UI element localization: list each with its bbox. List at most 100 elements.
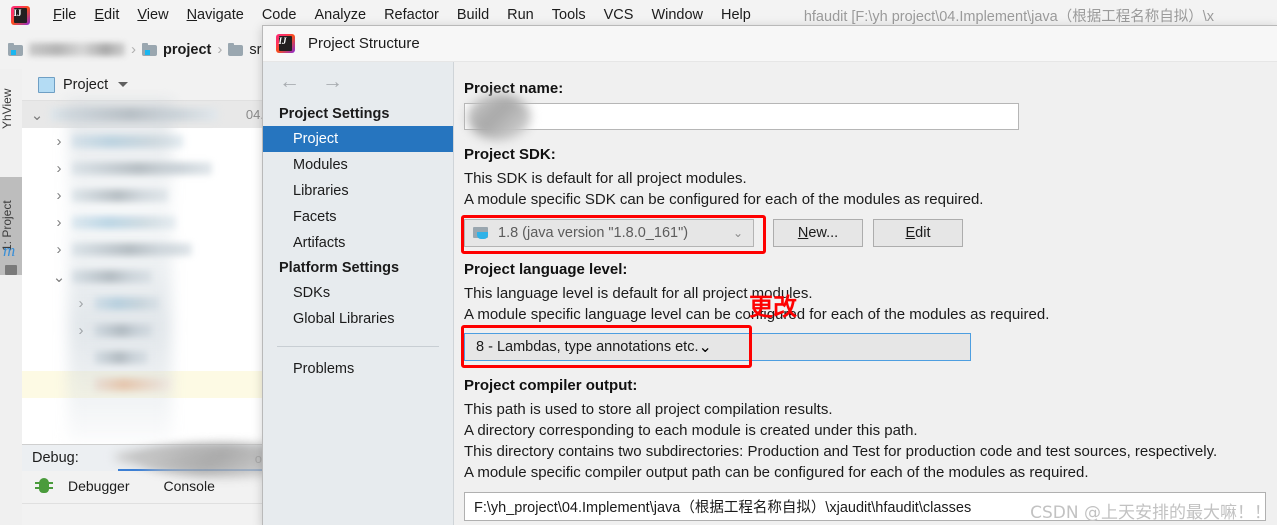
sdk-edit-button[interactable]: Edit xyxy=(873,219,963,247)
chevron-right-icon[interactable]: › xyxy=(74,322,88,339)
project-sdk-combo[interactable]: 1.8 (java version "1.8.0_161") ⌄ xyxy=(464,219,754,247)
tree-row[interactable]: › xyxy=(22,236,272,263)
sidebar-item-modules[interactable]: Modules xyxy=(263,152,453,178)
tab-console[interactable]: Console xyxy=(164,478,215,494)
sidebar-item-sdks[interactable]: SDKs xyxy=(263,280,453,306)
folder-icon xyxy=(5,265,17,275)
chevron-right-icon[interactable]: › xyxy=(52,187,66,204)
chevron-right-icon[interactable]: › xyxy=(74,295,88,312)
project-compiler-output-desc-3: This directory contains two subdirectori… xyxy=(464,443,1218,460)
menu-item-refactor[interactable]: Refactor xyxy=(375,5,448,25)
tree-row[interactable]: › xyxy=(22,209,272,236)
menu-item-analyze[interactable]: Analyze xyxy=(305,5,375,25)
project-tool-window-header[interactable]: Project xyxy=(22,69,272,101)
tree-row[interactable]: › xyxy=(22,371,272,398)
tree-node-blurred-label xyxy=(72,162,212,175)
screen-root: IJ File Edit View Navigate Code Analyze … xyxy=(0,0,1277,525)
sidebar-item-problems[interactable]: Problems xyxy=(263,347,453,382)
project-tool-window: Project ⌄04. › › › › › ⌄ › › › xyxy=(22,69,273,444)
rail-label-maven[interactable]: m xyxy=(3,241,15,261)
debug-tab-strip: Debugger Console xyxy=(22,443,310,501)
project-compiler-output-value: F:\yh_project\04.Implement\java（根据工程名称自拟… xyxy=(474,500,972,516)
project-compiler-output-desc-2: A directory corresponding to each module… xyxy=(464,422,918,439)
tree-row[interactable]: ⌄ 04. xyxy=(22,101,272,128)
chevron-down-icon[interactable] xyxy=(118,82,129,87)
menu-item-navigate[interactable]: Navigate xyxy=(178,5,253,25)
project-compiler-output-label: Project compiler output: xyxy=(464,377,638,394)
sidebar-group-platform-settings: Platform Settings xyxy=(279,260,400,276)
tree-node-blurred-label xyxy=(72,189,168,202)
sdk-new-button[interactable]: New... xyxy=(773,219,863,247)
dialog-title: Project Structure xyxy=(308,35,420,52)
sidebar-item-project[interactable]: Project xyxy=(263,126,453,152)
project-compiler-output-desc-1: This path is used to store all project c… xyxy=(464,401,833,418)
arrow-left-icon[interactable]: ← xyxy=(279,70,300,94)
breadcrumb-item-project[interactable]: project xyxy=(142,42,211,58)
folder-icon xyxy=(142,43,157,56)
debug-footer xyxy=(22,503,272,525)
menu-item-view[interactable]: View xyxy=(128,5,177,25)
java-sdk-icon xyxy=(473,226,491,240)
folder-icon xyxy=(228,43,244,56)
tool-window-rail-left: YhView 1: Project m xyxy=(0,69,23,525)
project-name-input[interactable] xyxy=(464,94,1019,140)
tree-node-blurred-label xyxy=(50,108,218,121)
menu-item-build[interactable]: Build xyxy=(448,5,498,25)
project-name-label: Project name: xyxy=(464,80,564,97)
dialog-sidebar: ← → Project Settings Project Modules Lib… xyxy=(263,62,454,525)
tree-row[interactable]: › xyxy=(22,128,272,155)
breadcrumb-separator: › xyxy=(217,41,223,58)
project-name-blurred-value xyxy=(467,94,531,140)
tree-row[interactable]: ⌄ xyxy=(22,263,272,290)
debug-title: Debug: xyxy=(32,450,79,466)
project-language-level-value: 8 - Lambdas, type annotations etc. xyxy=(476,339,699,355)
menu-item-tools[interactable]: Tools xyxy=(543,5,595,25)
chevron-down-icon[interactable]: ⌄ xyxy=(30,106,44,124)
rail-tab-yhview[interactable]: YhView xyxy=(0,73,22,145)
dialog-nav: ← → xyxy=(263,62,453,102)
project-language-level-combo[interactable]: 8 - Lambdas, type annotations etc. ⌄ xyxy=(464,333,971,361)
menu-item-help[interactable]: Help xyxy=(712,5,760,25)
menu-item-edit[interactable]: Edit xyxy=(85,5,128,25)
chevron-right-icon[interactable]: › xyxy=(52,160,66,177)
project-tool-window-title: Project xyxy=(63,76,109,93)
chevron-right-icon[interactable]: › xyxy=(52,241,66,258)
breadcrumb-blurred-label xyxy=(29,43,125,56)
project-compiler-output-desc-4: A module specific compiler output path c… xyxy=(464,464,1089,481)
project-tree[interactable]: ⌄04. › › › › › ⌄ › › › xyxy=(22,101,272,441)
sidebar-item-global-libraries[interactable]: Global Libraries xyxy=(263,306,453,332)
debug-tool-window: Debug: o Debugger Console xyxy=(22,443,310,525)
tree-row[interactable]: › xyxy=(22,317,272,344)
breadcrumb-label: project xyxy=(163,41,212,58)
chevron-right-icon[interactable]: › xyxy=(52,133,66,150)
menu-item-vcs[interactable]: VCS xyxy=(595,5,643,25)
tree-row[interactable] xyxy=(22,344,272,371)
chevron-right-icon[interactable]: › xyxy=(52,214,66,231)
sidebar-item-facets[interactable]: Facets xyxy=(263,204,453,230)
project-structure-dialog: IJ Project Structure ← → Project Setting… xyxy=(262,25,1277,525)
watermark: CSDN @上天安排的最大嘛！！ xyxy=(1030,503,1271,523)
menu-item-file[interactable]: File xyxy=(44,5,85,25)
tab-debugger[interactable]: Debugger xyxy=(68,478,130,494)
menu-item-window[interactable]: Window xyxy=(642,5,712,25)
folder-icon xyxy=(8,43,23,56)
intellij-idea-logo-icon: IJ xyxy=(11,5,30,25)
arrow-right-icon[interactable]: → xyxy=(322,70,343,94)
chevron-down-icon[interactable]: ⌄ xyxy=(733,226,743,240)
project-sdk-desc-2: A module specific SDK can be configured … xyxy=(464,191,984,208)
tree-row[interactable]: › xyxy=(22,182,272,209)
project-language-level-label: Project language level: xyxy=(464,261,628,278)
sidebar-item-libraries[interactable]: Libraries xyxy=(263,178,453,204)
project-sdk-label: Project SDK: xyxy=(464,146,556,163)
menu-item-run[interactable]: Run xyxy=(498,5,543,25)
project-language-level-desc-2: A module specific language level can be … xyxy=(464,306,1050,323)
tree-row[interactable]: › xyxy=(22,290,272,317)
menu-item-code[interactable]: Code xyxy=(253,5,306,25)
tree-row[interactable]: › xyxy=(22,155,272,182)
breadcrumb-item-blurred[interactable] xyxy=(8,43,125,56)
tree-node-blurred-label xyxy=(72,243,192,256)
chevron-down-icon[interactable]: ⌄ xyxy=(698,337,711,357)
tree-node-blurred-label xyxy=(72,135,184,148)
chevron-down-icon[interactable]: ⌄ xyxy=(52,268,66,286)
sidebar-item-artifacts[interactable]: Artifacts xyxy=(263,230,453,256)
